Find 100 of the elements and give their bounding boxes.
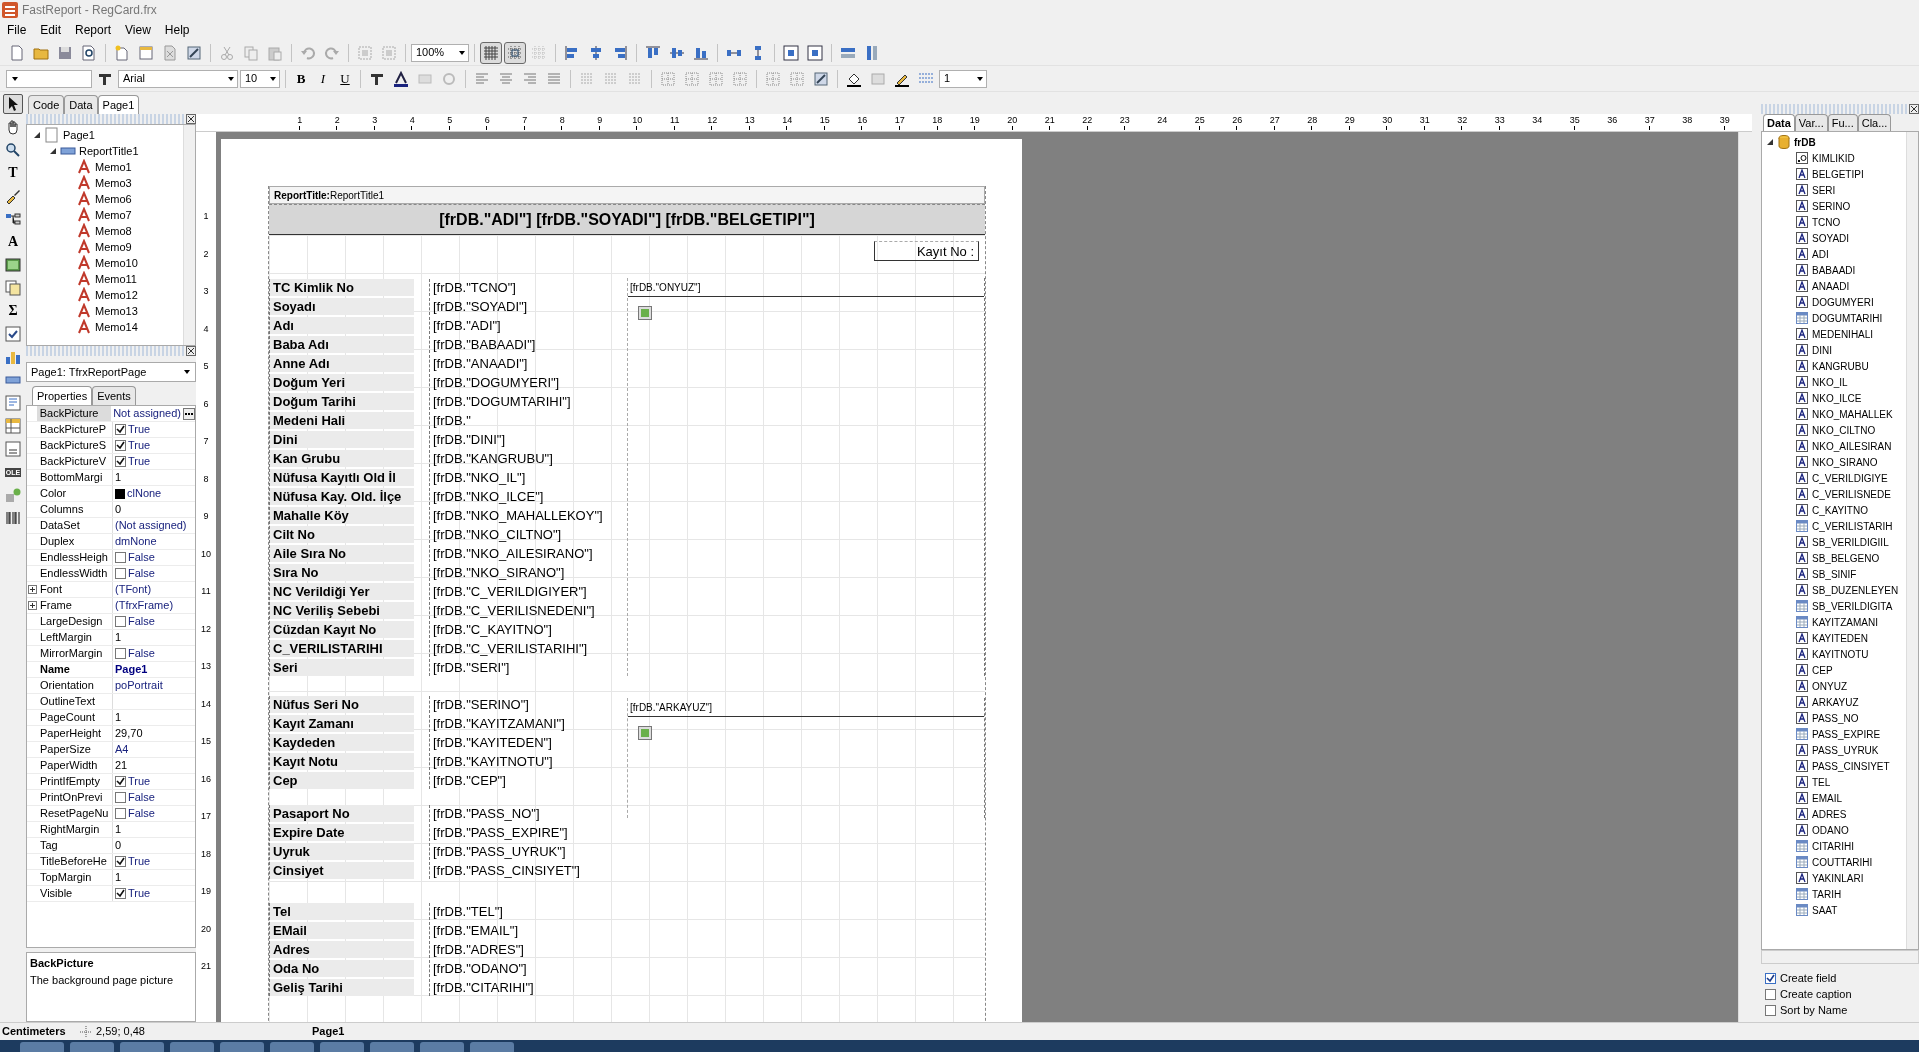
format-button[interactable]: U [335,68,355,89]
field-name[interactable]: DOGUMYERI [1812,294,1874,310]
checkbox[interactable] [115,440,126,451]
property-name[interactable]: EndlessWidth [37,566,113,581]
field-name[interactable]: DOGUMTARIHI [1812,310,1883,326]
checkbox[interactable] [115,792,126,803]
property-name[interactable]: DataSet [37,518,113,533]
field-name[interactable]: ADRES [1812,806,1847,822]
new-document-icon[interactable] [9,44,25,61]
field-name[interactable]: TCNO [1812,214,1841,230]
property-value[interactable]: 1 [115,821,122,838]
panel-grip[interactable] [26,346,196,356]
delete-page-icon[interactable] [162,44,178,61]
tab[interactable]: Data [64,94,98,114]
checkbox[interactable] [115,552,126,563]
field-name[interactable]: NKO_SIRANO [1812,454,1878,470]
align-right-icon[interactable] [612,44,628,61]
expand-icon[interactable] [49,147,57,155]
tree-node[interactable]: Memo1 [95,158,132,176]
property-value[interactable]: 21 [115,757,128,774]
checkbox[interactable] [115,424,126,435]
property-name[interactable]: PrintIfEmpty [37,774,113,789]
property-value[interactable]: (TFont) [115,581,152,598]
menu-item[interactable]: Edit [33,21,69,39]
field-name[interactable]: SERINO [1812,198,1851,214]
field-name[interactable]: KAYITNOTU [1812,646,1869,662]
menu-item[interactable]: Report [68,21,119,39]
property-name[interactable]: Duplex [37,534,113,549]
preview-icon[interactable] [81,44,97,61]
property-name[interactable]: Tag [37,838,113,853]
field-name[interactable]: YAKINLARI [1812,870,1864,886]
field-name[interactable]: PASS_EXPIRE [1812,726,1881,742]
field-name[interactable]: SB_VERILDIGIIL [1812,534,1889,550]
field-name[interactable]: MEDENIHALI [1812,326,1874,342]
field-name[interactable]: BABAADI [1812,262,1856,278]
field-name[interactable]: ONYUZ [1812,678,1847,694]
font-name-dropdown[interactable]: Arial [118,69,238,88]
field-name[interactable]: TARIH [1812,886,1842,902]
expand-icon[interactable] [27,585,37,594]
property-value[interactable]: (Not assigned) [115,517,187,534]
property-value[interactable]: False [128,805,155,822]
text-color-icon[interactable] [393,70,409,87]
property-value[interactable]: clNone [127,485,162,502]
property-name[interactable]: Frame [37,598,113,613]
field-name[interactable]: NKO_CILTNO [1812,422,1876,438]
property-name[interactable]: BackPictureS [37,438,113,453]
field-name[interactable]: ARKAYUZ [1812,694,1859,710]
field-name[interactable]: ODANO [1812,822,1849,838]
checkbox-label[interactable]: Sort by Name [1780,1001,1848,1019]
tree-node[interactable]: Memo7 [95,206,132,224]
property-name[interactable]: LeftMargin [37,630,113,645]
field-name[interactable]: TEL [1812,774,1831,790]
tree-node[interactable]: ReportTitle1 [79,142,139,160]
new-dialog-icon[interactable] [138,44,154,61]
field-name[interactable]: C_VERILISNEDE [1812,486,1891,502]
tool-button[interactable]: Σ [3,301,23,321]
tree-node[interactable]: Memo14 [95,318,138,336]
property-name[interactable]: Orientation [37,678,113,693]
format-button[interactable]: B [291,68,311,89]
field-name[interactable]: NKO_IL [1812,374,1848,390]
property-name[interactable]: Columns [37,502,113,517]
field-name[interactable]: KAYITZAMANI [1812,614,1878,630]
checkbox[interactable] [1765,972,1776,984]
tab[interactable]: Properties [32,385,93,405]
field-name[interactable]: ADI [1812,246,1829,262]
property-value[interactable]: True [128,885,151,902]
property-value[interactable]: Not assigned) [113,406,181,422]
field-name[interactable]: SB_SINIF [1812,566,1857,582]
property-name[interactable]: BackPicture [36,406,112,421]
property-name[interactable]: LargeDesign [37,614,113,629]
field-name[interactable]: ANAADI [1812,278,1850,294]
field-name[interactable]: CITARIHI [1812,838,1855,854]
tree-node[interactable]: Memo6 [95,190,132,208]
tool-button[interactable]: T [3,163,23,183]
line-width-dropdown[interactable]: 1 [939,69,987,88]
field-name[interactable]: KANGRUBU [1812,358,1869,374]
tree-node[interactable]: Page1 [63,126,95,144]
field-name[interactable]: BELGETIPI [1812,166,1864,182]
field-name[interactable]: NKO_AILESIRAN [1812,438,1892,454]
checkbox[interactable] [115,648,126,659]
checkbox[interactable] [115,808,126,819]
property-value[interactable]: True [128,853,151,870]
checkbox[interactable] [1765,1004,1776,1016]
field-name[interactable]: CEP [1812,662,1833,678]
field-name[interactable]: SERI [1812,182,1836,198]
property-name[interactable]: BottomMargi [37,470,113,485]
center-horizontal-icon[interactable] [783,44,799,61]
tree-node[interactable]: Memo10 [95,254,138,272]
panel-grip[interactable] [26,114,196,124]
align-left-icon[interactable] [564,44,580,61]
property-value[interactable]: False [128,565,155,582]
property-name[interactable]: ResetPageNu [37,806,113,821]
property-value[interactable]: 1 [115,709,122,726]
same-height-icon[interactable] [864,44,880,61]
frame-tool-icon[interactable] [813,70,829,87]
grid-toggle-button[interactable] [480,41,502,64]
checkbox[interactable] [115,776,126,787]
tool-button[interactable] [3,324,23,344]
property-name[interactable]: PaperSize [37,742,113,757]
tree-node[interactable]: Memo11 [95,270,137,288]
